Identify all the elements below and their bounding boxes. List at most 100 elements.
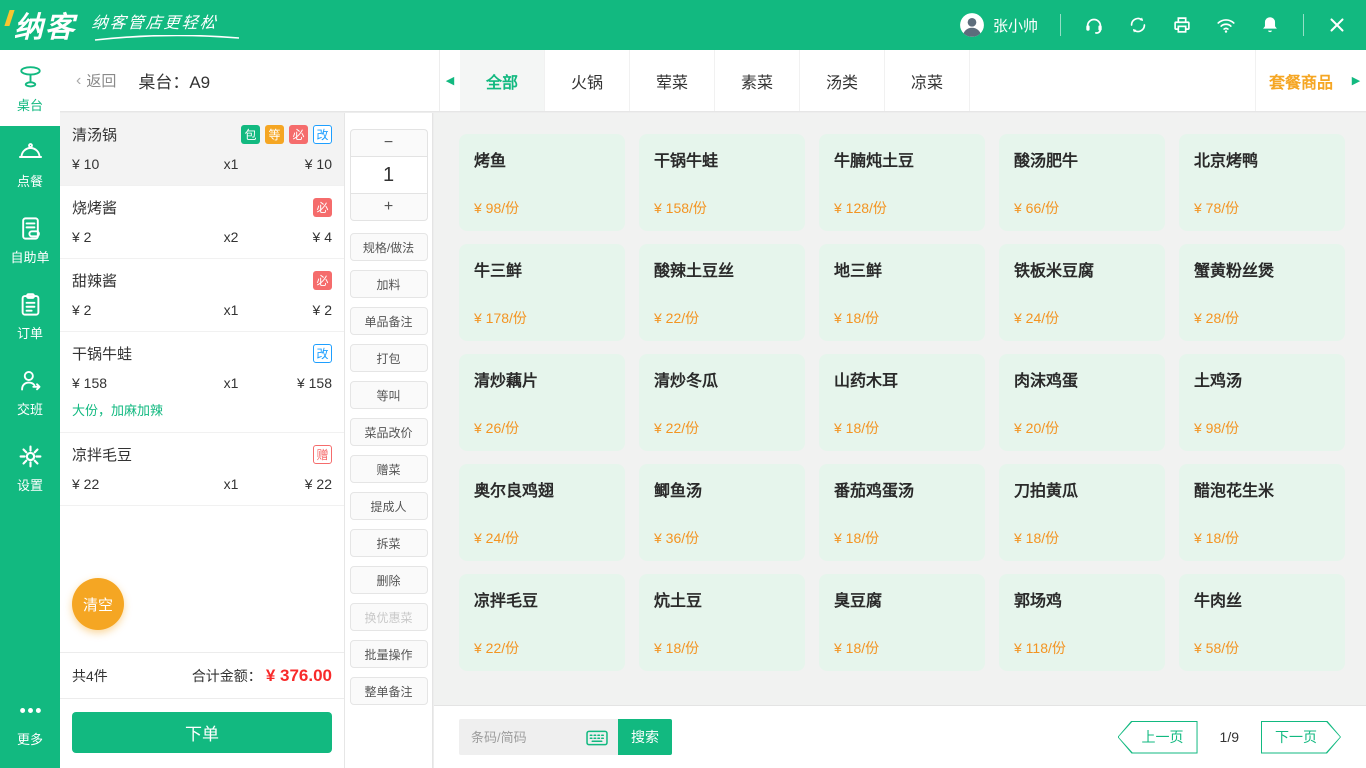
item-action-button[interactable]: 换优惠菜 xyxy=(349,603,428,631)
category-tab[interactable]: 汤类 xyxy=(800,50,885,111)
item-badge: 等 xyxy=(265,125,284,144)
menu-card[interactable]: 炕土豆 ¥ 18/份 xyxy=(639,574,805,671)
order-list-icon xyxy=(21,292,39,316)
item-action-button[interactable]: 整单备注 xyxy=(349,677,428,705)
menu-item-name: 臭豆腐 xyxy=(834,593,883,610)
order-item-name: 烧烤酱 xyxy=(72,200,118,217)
support-headset-icon[interactable] xyxy=(1083,14,1105,36)
item-action-button[interactable]: 规格/做法 xyxy=(349,233,428,261)
sidebar-item-shift[interactable]: 交班 xyxy=(0,354,60,430)
menu-card[interactable]: 肉沫鸡蛋 ¥ 20/份 xyxy=(999,354,1165,451)
menu-card[interactable]: 刀拍黄瓜 ¥ 18/份 xyxy=(999,464,1165,561)
menu-item-name: 番茄鸡蛋汤 xyxy=(834,483,915,500)
menu-card[interactable]: 牛肉丝 ¥ 58/份 xyxy=(1179,574,1345,671)
bottom-bar: 搜索 上一页 1/9 下一页 xyxy=(434,705,1366,768)
menu-card[interactable]: 干锅牛蛙 ¥ 158/份 xyxy=(639,134,805,231)
item-action-button[interactable]: 赠菜 xyxy=(349,455,428,483)
sidebar-item-more[interactable]: 更多 xyxy=(0,684,60,760)
sidebar-item-order-food[interactable]: 点餐 xyxy=(0,126,60,202)
order-item-row[interactable]: 清汤锅 包等必改 ¥ 10 x1 ¥ 10 xyxy=(60,113,344,186)
menu-item-price: ¥ 58/份 xyxy=(1194,640,1240,656)
menu-card[interactable]: 蟹黄粉丝煲 ¥ 28/份 xyxy=(1179,244,1345,341)
sidebar-item-settings[interactable]: 设置 xyxy=(0,430,60,506)
next-page-button[interactable]: 下一页 xyxy=(1261,721,1341,754)
menu-item-price: ¥ 98/份 xyxy=(474,200,520,216)
menu-card[interactable]: 凉拌毛豆 ¥ 22/份 xyxy=(459,574,625,671)
item-action-button[interactable]: 加料 xyxy=(349,270,428,298)
menu-card[interactable]: 酸辣土豆丝 ¥ 22/份 xyxy=(639,244,805,341)
item-action-button[interactable]: 等叫 xyxy=(349,381,428,409)
menu-card[interactable]: 鲫鱼汤 ¥ 36/份 xyxy=(639,464,805,561)
sidebar-item-tables[interactable]: 桌台 xyxy=(0,50,60,126)
category-tab[interactable]: 荤菜 xyxy=(630,50,715,111)
menu-item-name: 北京烤鸭 xyxy=(1194,153,1259,170)
slogan-underline xyxy=(94,34,240,41)
item-action-button[interactable]: 拆菜 xyxy=(349,529,428,557)
search-button[interactable]: 搜索 xyxy=(618,719,672,755)
prev-page-button[interactable]: 上一页 xyxy=(1117,720,1198,754)
item-action-button[interactable]: 打包 xyxy=(349,344,428,372)
order-item-row[interactable]: 凉拌毛豆 赠 ¥ 22 x1 ¥ 22 xyxy=(60,433,344,506)
menu-card[interactable]: 郭场鸡 ¥ 118/份 xyxy=(999,574,1165,671)
shift-change-icon xyxy=(20,370,40,390)
menu-card[interactable]: 烤鱼 ¥ 98/份 xyxy=(459,134,625,231)
clear-order-button[interactable]: 清空 xyxy=(72,578,124,630)
tabs-left-arrow-icon[interactable]: ◀ xyxy=(440,50,460,111)
menu-card[interactable]: 牛腩炖土豆 ¥ 128/份 xyxy=(819,134,985,231)
item-action-button[interactable]: 提成人 xyxy=(349,492,428,520)
menu-item-price: ¥ 18/份 xyxy=(834,420,880,436)
menu-card[interactable]: 番茄鸡蛋汤 ¥ 18/份 xyxy=(819,464,985,561)
printer-icon[interactable] xyxy=(1171,14,1193,36)
menu-card[interactable]: 土鸡汤 ¥ 98/份 xyxy=(1179,354,1345,451)
tabs-right-arrow-icon[interactable]: ▶ xyxy=(1346,50,1366,111)
menu-card[interactable]: 清炒藕片 ¥ 26/份 xyxy=(459,354,625,451)
order-item-row[interactable]: 甜辣酱 必 ¥ 2 x1 ¥ 2 xyxy=(60,259,344,332)
menu-card[interactable]: 牛三鲜 ¥ 178/份 xyxy=(459,244,625,341)
sidebar-item-label: 点餐 xyxy=(16,173,43,189)
menu-card[interactable]: 清炒冬瓜 ¥ 22/份 xyxy=(639,354,805,451)
order-item-badges: 改 xyxy=(313,344,332,363)
order-item-row[interactable]: 干锅牛蛙 改 ¥ 158 x1 ¥ 158 大份，加麻加辣 xyxy=(60,332,344,433)
brand-text: 纳客 xyxy=(14,12,77,44)
sync-icon[interactable] xyxy=(1127,14,1149,36)
order-item-row[interactable]: 烧烤酱 必 ¥ 2 x2 ¥ 4 xyxy=(60,186,344,259)
category-tab[interactable]: 凉菜 xyxy=(885,50,970,111)
category-tab[interactable]: 素菜 xyxy=(715,50,800,111)
menu-card[interactable]: 醋泡花生米 ¥ 18/份 xyxy=(1179,464,1345,561)
back-button[interactable]: ‹ 返回 xyxy=(76,70,116,91)
menu-card[interactable]: 奥尔良鸡翅 ¥ 24/份 xyxy=(459,464,625,561)
place-order-button[interactable]: 下单 xyxy=(72,712,332,753)
search-group: 搜索 xyxy=(459,719,672,755)
menu-card[interactable]: 北京烤鸭 ¥ 78/份 xyxy=(1179,134,1345,231)
qty-plus-button[interactable]: + xyxy=(349,194,428,221)
item-action-button[interactable]: 批量操作 xyxy=(349,640,428,668)
menu-card[interactable]: 地三鲜 ¥ 18/份 xyxy=(819,244,985,341)
keyboard-icon[interactable] xyxy=(585,728,609,747)
sidebar-item-self-order[interactable]: 自助单 xyxy=(0,202,60,278)
item-action-button[interactable]: 删除 xyxy=(349,566,428,594)
item-action-button[interactable]: 菜品改价 xyxy=(349,418,428,446)
notification-bell-icon[interactable] xyxy=(1259,14,1281,36)
category-tab[interactable]: 全部 xyxy=(460,50,545,111)
category-tab[interactable]: 火锅 xyxy=(545,50,630,111)
item-action-button[interactable]: 单品备注 xyxy=(349,307,428,335)
user-chip[interactable]: 张小帅 xyxy=(959,12,1038,38)
menu-card[interactable]: 臭豆腐 ¥ 18/份 xyxy=(819,574,985,671)
order-item-badges: 赠 xyxy=(313,445,332,464)
menu-item-price: ¥ 18/份 xyxy=(834,640,880,656)
sidebar-item-label: 设置 xyxy=(16,477,43,493)
table-value: A9 xyxy=(189,73,211,92)
search-input[interactable] xyxy=(471,729,579,745)
close-icon[interactable] xyxy=(1326,14,1348,36)
sidebar-item-label: 更多 xyxy=(16,731,43,747)
wifi-icon[interactable] xyxy=(1215,14,1237,36)
menu-card[interactable]: 酸汤肥牛 ¥ 66/份 xyxy=(999,134,1165,231)
menu-item-price: ¥ 24/份 xyxy=(1014,310,1060,326)
menu-card[interactable]: 铁板米豆腐 ¥ 24/份 xyxy=(999,244,1165,341)
menu-card[interactable]: 山药木耳 ¥ 18/份 xyxy=(819,354,985,451)
combo-products-tab[interactable]: 套餐商品 xyxy=(1256,50,1346,111)
sidebar-item-orders[interactable]: 订单 xyxy=(0,278,60,354)
menu-item-name: 鲫鱼汤 xyxy=(654,483,703,500)
cloche-icon xyxy=(18,142,42,158)
qty-minus-button[interactable]: − xyxy=(349,129,428,156)
